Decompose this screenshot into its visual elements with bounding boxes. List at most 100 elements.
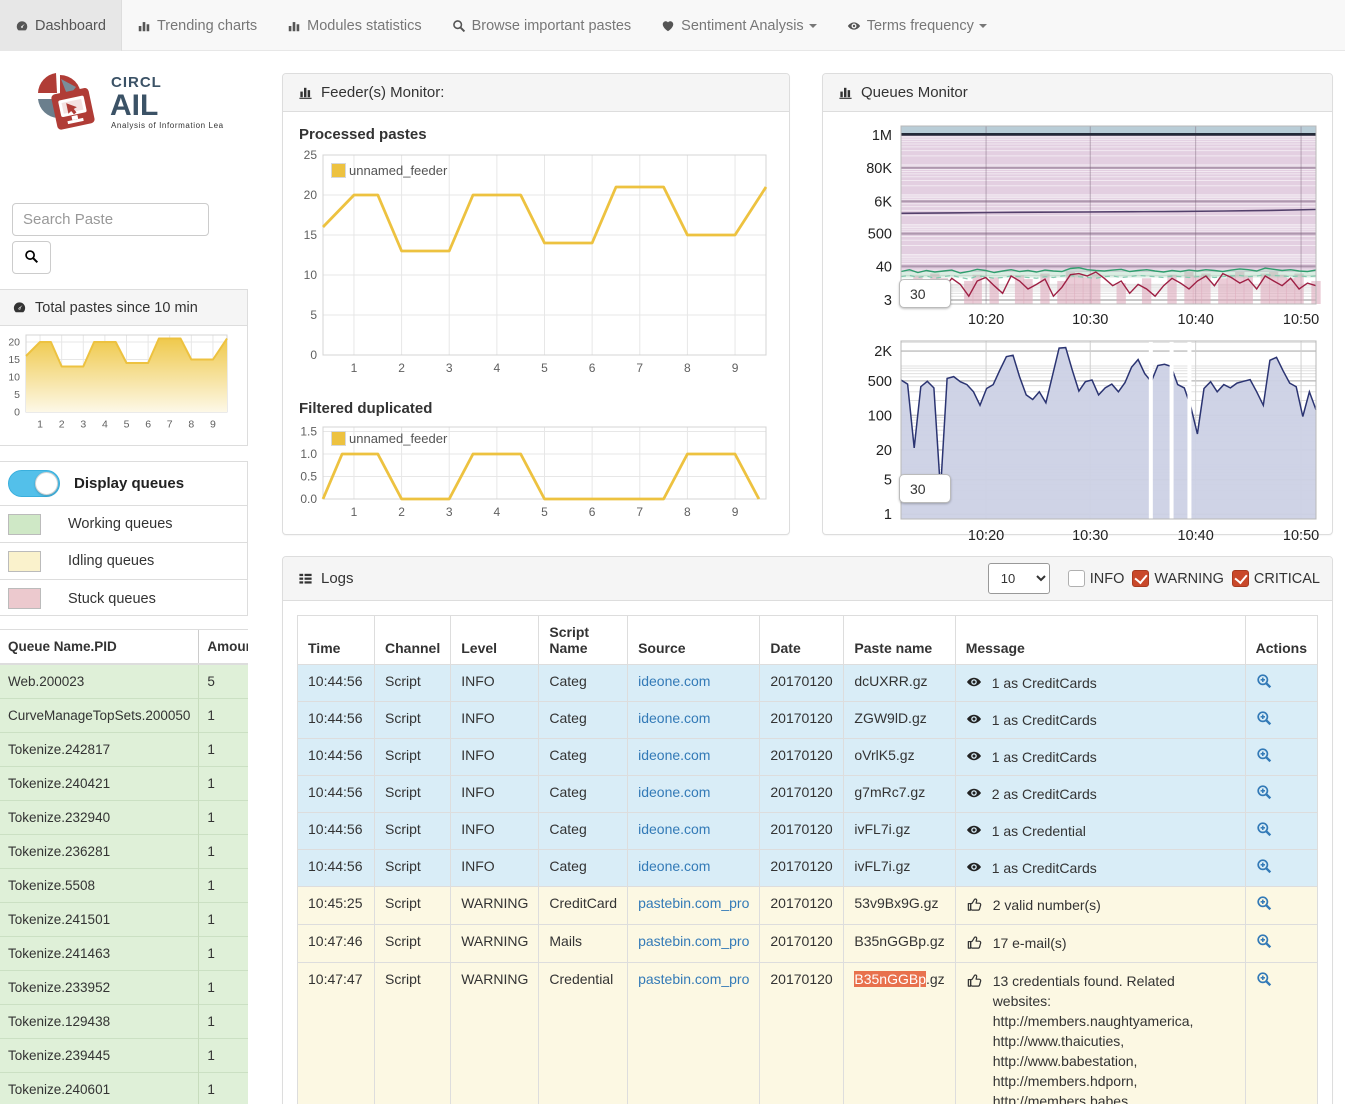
checkbox-info[interactable]: [1068, 570, 1085, 587]
search-plus-icon[interactable]: [1256, 710, 1272, 726]
interval-input-bottom[interactable]: [899, 474, 951, 503]
log-source: ideone.com: [628, 665, 760, 702]
source-link[interactable]: pastebin.com_pro: [638, 971, 749, 987]
thumbs-up-icon: [966, 934, 983, 954]
dashboard-icon: [15, 19, 29, 33]
queue-name: Tokenize.241501: [0, 903, 199, 937]
filter-critical[interactable]: CRITICAL: [1232, 570, 1320, 587]
search-plus-icon[interactable]: [1256, 895, 1272, 911]
search-plus-icon[interactable]: [1256, 933, 1272, 949]
source-link[interactable]: ideone.com: [638, 784, 710, 800]
svg-text:9: 9: [732, 361, 739, 375]
source-link[interactable]: ideone.com: [638, 747, 710, 763]
log-time: 10:44:56: [298, 665, 375, 702]
display-queues-label: Display queues: [74, 475, 184, 492]
display-queues-toggle[interactable]: [8, 470, 60, 497]
svg-text:10:40: 10:40: [1178, 528, 1214, 544]
eye-icon: [966, 748, 982, 767]
log-row: 10:45:25ScriptWARNINGCreditCardpastebin.…: [298, 887, 1318, 925]
filter-info[interactable]: INFO: [1068, 570, 1125, 587]
search-plus-icon[interactable]: [1256, 971, 1272, 987]
queue-row: Tokenize.2415011: [0, 903, 248, 937]
log-channel: Script: [375, 963, 451, 1104]
svg-text:500: 500: [868, 374, 892, 390]
total-pastes-panel: Total pastes since 10 min 05101520123456…: [0, 289, 248, 446]
log-level: WARNING: [451, 925, 539, 963]
log-script-name: Categ: [539, 702, 628, 739]
svg-text:40: 40: [876, 259, 892, 275]
thumbs-up-icon: [966, 896, 983, 916]
nav-item-terms-frequency[interactable]: Terms frequency: [832, 0, 1002, 51]
svg-text:5: 5: [884, 473, 892, 489]
log-row: 10:44:56ScriptINFOCategideone.com2017012…: [298, 776, 1318, 813]
list-icon: [298, 571, 313, 586]
svg-text:25: 25: [304, 148, 318, 162]
tachometer-icon: [12, 300, 27, 315]
checkbox-warning[interactable]: [1132, 570, 1149, 587]
nav-item-modules-statistics[interactable]: Modules statistics: [272, 0, 436, 51]
source-link[interactable]: pastebin.com_pro: [638, 933, 749, 949]
legend-swatch: [8, 551, 41, 572]
queue-row: Tokenize.55081: [0, 869, 248, 903]
feeder-monitor-heading: Feeder(s) Monitor:: [283, 74, 789, 112]
legend-swatch: [8, 588, 41, 609]
log-level: INFO: [451, 850, 539, 887]
source-link[interactable]: ideone.com: [638, 821, 710, 837]
log-time: 10:47:47: [298, 963, 375, 1104]
log-source: pastebin.com_pro: [628, 963, 760, 1104]
search-plus-icon[interactable]: [1256, 673, 1272, 689]
source-link[interactable]: ideone.com: [638, 673, 710, 689]
nav-item-trending-charts[interactable]: Trending charts: [122, 0, 272, 51]
logs-col-script-name: Script Name: [539, 616, 628, 665]
svg-text:6: 6: [589, 505, 596, 519]
log-row: 10:47:47ScriptWARNINGCredentialpastebin.…: [298, 963, 1318, 1104]
svg-text:15: 15: [304, 228, 318, 242]
checkbox-critical[interactable]: [1232, 570, 1249, 587]
queue-name: Tokenize.233952: [0, 971, 199, 1005]
top-navbar: DashboardTrending chartsModules statisti…: [0, 0, 1345, 51]
log-script-name: Categ: [539, 813, 628, 850]
filter-warning[interactable]: WARNING: [1132, 570, 1224, 587]
bar-chart-icon: [137, 19, 151, 33]
page-size-select[interactable]: 10: [988, 563, 1050, 594]
queue-amount: 1: [199, 1073, 248, 1104]
search-plus-icon[interactable]: [1256, 784, 1272, 800]
svg-text:7: 7: [636, 505, 643, 519]
svg-text:7: 7: [636, 361, 643, 375]
source-link[interactable]: ideone.com: [638, 858, 710, 874]
svg-text:1M: 1M: [872, 128, 892, 144]
queue-col-name: Queue Name.PID: [0, 630, 199, 665]
eye-icon: [966, 711, 982, 730]
queue-name: Tokenize.240601: [0, 1073, 199, 1104]
log-level: INFO: [451, 776, 539, 813]
search-button[interactable]: [12, 241, 51, 274]
legend-label: Idling queues: [68, 553, 154, 569]
feeder-monitor-title: Feeder(s) Monitor:: [321, 84, 444, 101]
log-row: 10:44:56ScriptINFOCategideone.com2017012…: [298, 702, 1318, 739]
nav-item-browse-important-pastes[interactable]: Browse important pastes: [437, 0, 647, 51]
log-channel: Script: [375, 665, 451, 702]
log-message: 1 as Credential: [992, 821, 1086, 841]
chart-legend: unnamed_feeder: [331, 163, 447, 178]
svg-text:3: 3: [446, 505, 453, 519]
queue-row: Tokenize.2394451: [0, 1039, 248, 1073]
processed-pastes-title: Processed pastes: [299, 126, 775, 143]
search-plus-icon[interactable]: [1256, 747, 1272, 763]
interval-input-top[interactable]: [899, 279, 951, 308]
svg-text:4: 4: [494, 505, 501, 519]
queue-row: Tokenize.1294381: [0, 1005, 248, 1039]
legend-label: Stuck queues: [68, 591, 156, 607]
log-message: 2 as CreditCards: [992, 784, 1097, 804]
nav-item-dashboard[interactable]: Dashboard: [0, 0, 122, 51]
source-link[interactable]: ideone.com: [638, 710, 710, 726]
log-row: 10:44:56ScriptINFOCategideone.com2017012…: [298, 739, 1318, 776]
source-link[interactable]: pastebin.com_pro: [638, 895, 749, 911]
svg-text:9: 9: [732, 505, 739, 519]
nav-item-sentiment-analysis[interactable]: Sentiment Analysis: [646, 0, 832, 51]
queue-row: Web.2000235: [0, 664, 248, 699]
search-plus-icon[interactable]: [1256, 821, 1272, 837]
queue-name: Tokenize.242817: [0, 733, 199, 767]
search-plus-icon[interactable]: [1256, 858, 1272, 874]
search-paste-input[interactable]: [12, 203, 209, 236]
legend-label: unnamed_feeder: [349, 163, 447, 178]
